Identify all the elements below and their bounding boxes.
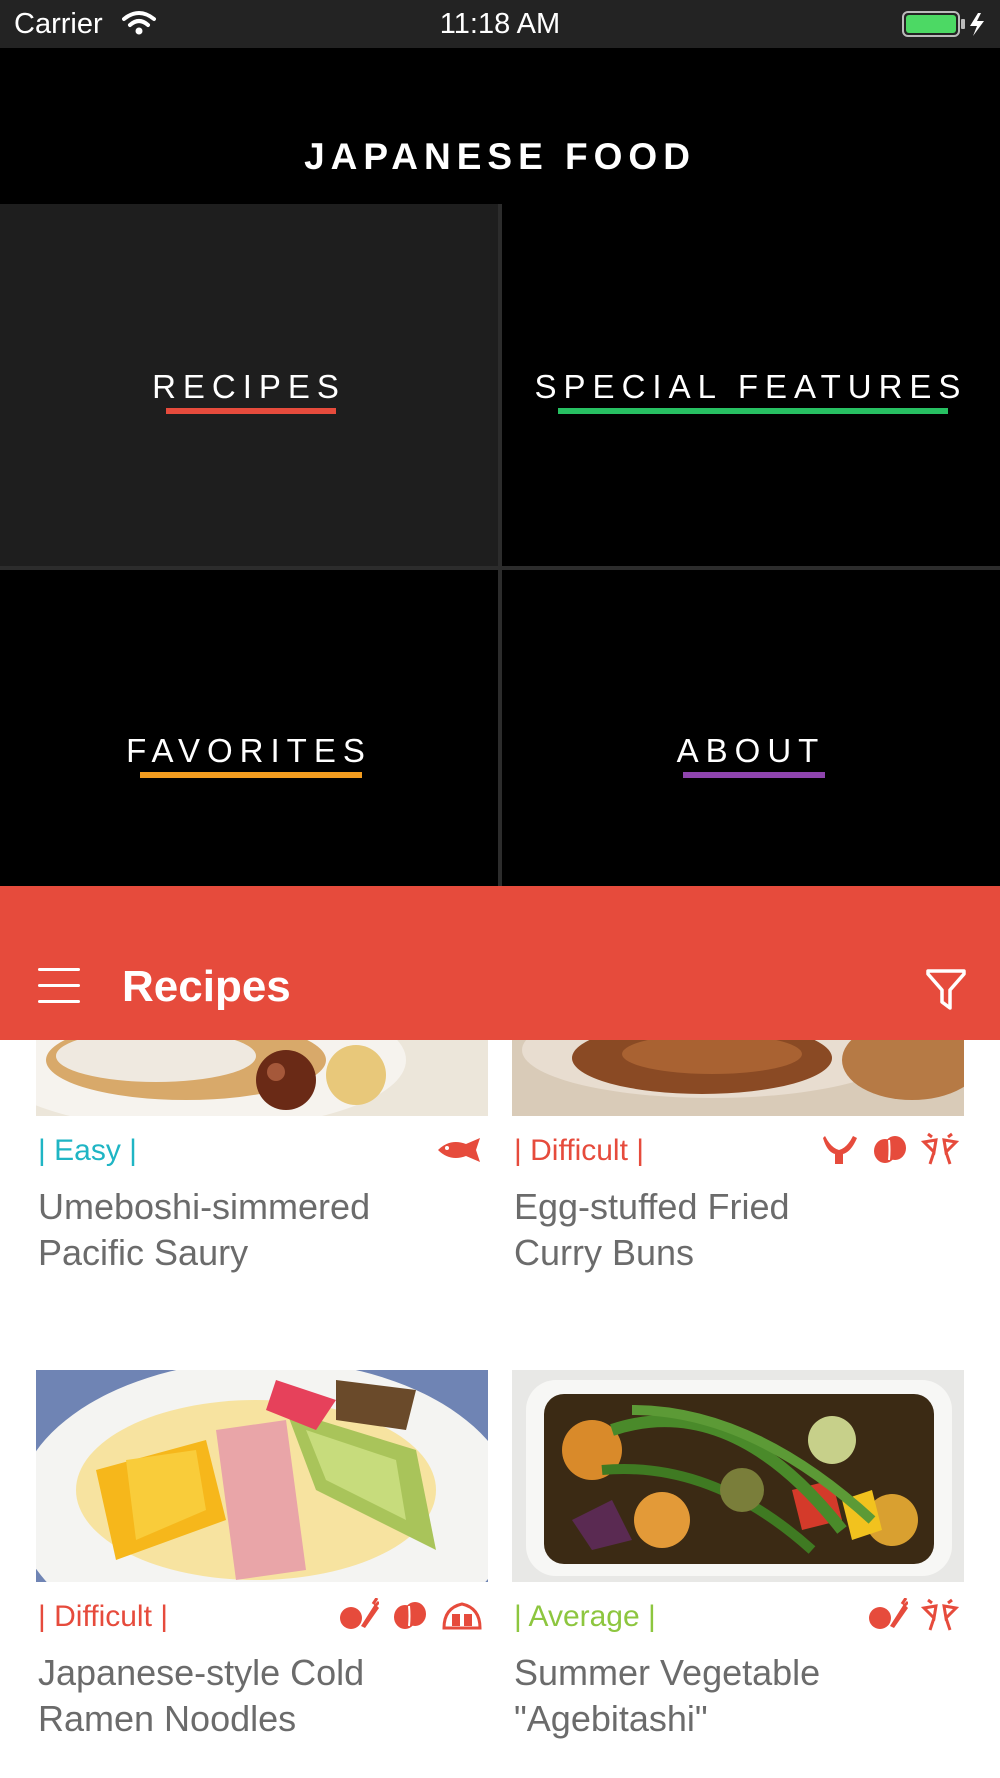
menu-tile-label: ABOUT xyxy=(676,732,826,769)
recipe-title: Summer Vegetable "Agebitashi" xyxy=(514,1650,964,1742)
recipe-title-line: Curry Buns xyxy=(514,1232,695,1273)
hamburger-icon[interactable] xyxy=(38,968,82,1004)
clock: 11:18 AM xyxy=(439,8,561,40)
difficulty-label: | Easy | xyxy=(38,1134,137,1167)
vegetables-icon xyxy=(340,1597,381,1629)
recipe-list[interactable]: | Easy | Umeboshi-simmered Pacific Saury… xyxy=(0,1040,1000,1778)
recipe-title-line: Pacific Saury xyxy=(38,1232,249,1273)
recipes-underline xyxy=(166,408,336,414)
menu-tile-label: SPECIAL FEATURES xyxy=(534,368,968,405)
bean-icon xyxy=(873,1136,906,1163)
category-icons xyxy=(821,1132,960,1171)
recipe-title-line: "Agebitashi" xyxy=(514,1698,708,1739)
special-features-underline xyxy=(558,408,948,414)
recipe-title-line: Ramen Noodles xyxy=(38,1698,297,1739)
difficulty-label: | Difficult | xyxy=(38,1600,169,1633)
recipe-title-line: Egg-stuffed Fried xyxy=(514,1186,790,1227)
favorites-underline xyxy=(140,772,362,778)
recipe-title: Umeboshi-simmered Pacific Saury xyxy=(38,1184,488,1276)
menu-tile-recipes[interactable]: RECIPES xyxy=(0,204,498,566)
category-icons xyxy=(866,1597,960,1637)
recipe-title-line: Umeboshi-simmered xyxy=(38,1186,371,1227)
party-glasses-icon xyxy=(920,1598,960,1631)
nav-title: Recipes xyxy=(122,962,291,1011)
recipe-title: Egg-stuffed Fried Curry Buns xyxy=(514,1184,964,1276)
fish-icon xyxy=(438,1138,480,1162)
menu-tile-label: FAVORITES xyxy=(126,732,372,769)
category-icons xyxy=(337,1597,484,1637)
filter-icon[interactable] xyxy=(926,968,966,1010)
vegetables-icon xyxy=(868,1597,909,1629)
chicken-icon xyxy=(823,1136,858,1164)
menu-tile-label: RECIPES xyxy=(152,368,346,405)
battery-icon xyxy=(902,11,984,37)
difficulty-label: | Average | xyxy=(514,1600,656,1633)
about-underline xyxy=(683,772,825,778)
bean-icon xyxy=(393,1602,426,1629)
recipe-photo xyxy=(512,1040,964,1116)
app-title: JAPANESE FOOD xyxy=(304,136,696,177)
drawer-header: JAPANESE FOOD xyxy=(0,48,1000,206)
menu-tile-favorites[interactable]: FAVORITES xyxy=(0,570,498,886)
bento-icon xyxy=(442,1602,482,1630)
status-bar: Carrier 11:18 AM xyxy=(0,0,1000,48)
recipe-title-line: Japanese-style Cold xyxy=(38,1652,365,1693)
difficulty-label: | Difficult | xyxy=(514,1134,645,1167)
menu-tile-about[interactable]: ABOUT xyxy=(502,570,1000,886)
menu-tile-special-features[interactable]: SPECIAL FEATURES xyxy=(502,204,1000,566)
nav-bar: Recipes xyxy=(0,886,1000,1040)
party-glasses-icon xyxy=(920,1132,960,1165)
recipe-photo xyxy=(36,1370,488,1582)
recipe-title: Japanese-style Cold Ramen Noodles xyxy=(38,1650,488,1742)
drawer-menu-grid: RECIPES SPECIAL FEATURES FAVORITES ABOUT xyxy=(0,204,1000,886)
category-icons xyxy=(436,1136,484,1169)
recipe-photo xyxy=(36,1040,488,1116)
recipe-photo xyxy=(512,1370,964,1582)
recipe-title-line: Summer Vegetable xyxy=(514,1652,821,1693)
